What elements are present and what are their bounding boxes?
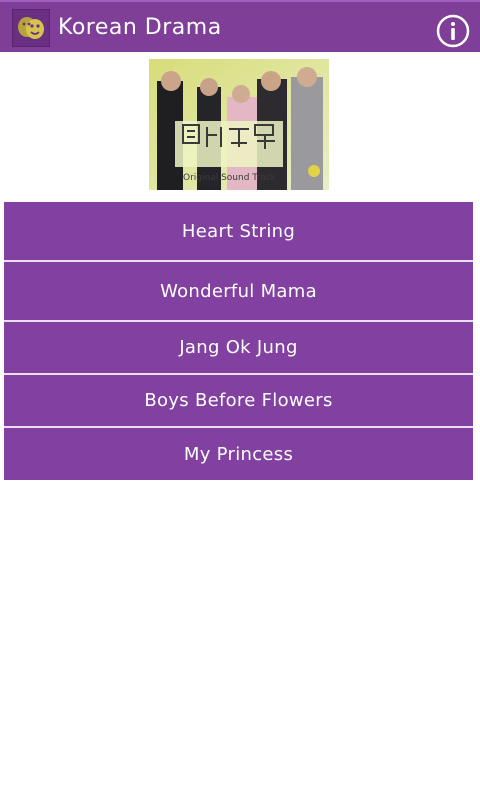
theater-masks-icon[interactable] xyxy=(12,9,50,47)
menu-item-wonderful-mama[interactable]: Wonderful Mama xyxy=(4,262,473,322)
menu-item-heart-string[interactable]: Heart String xyxy=(4,202,473,262)
menu-item-label: Jang Ok Jung xyxy=(179,337,298,358)
drama-menu-list: Heart String Wonderful Mama Jang Ok Jung… xyxy=(4,202,473,480)
action-bar: Korean Drama xyxy=(0,0,480,52)
menu-item-my-princess[interactable]: My Princess xyxy=(4,428,473,480)
menu-item-label: Heart String xyxy=(181,220,296,242)
menu-item-boys-before-flowers[interactable]: Boys Before Flowers xyxy=(4,375,473,428)
info-icon[interactable] xyxy=(436,14,470,48)
menu-item-label: Wonderful Mama xyxy=(160,280,317,302)
menu-item-jang-ok-jung[interactable]: Jang Ok Jung xyxy=(4,322,473,375)
menu-item-label: My Princess xyxy=(183,443,294,465)
cover-caption: Original Sound Track xyxy=(183,173,277,183)
app-title: Korean Drama xyxy=(58,15,222,40)
menu-item-label: Boys Before Flowers xyxy=(144,390,333,411)
album-cover-image: Original Sound Track xyxy=(149,59,329,190)
